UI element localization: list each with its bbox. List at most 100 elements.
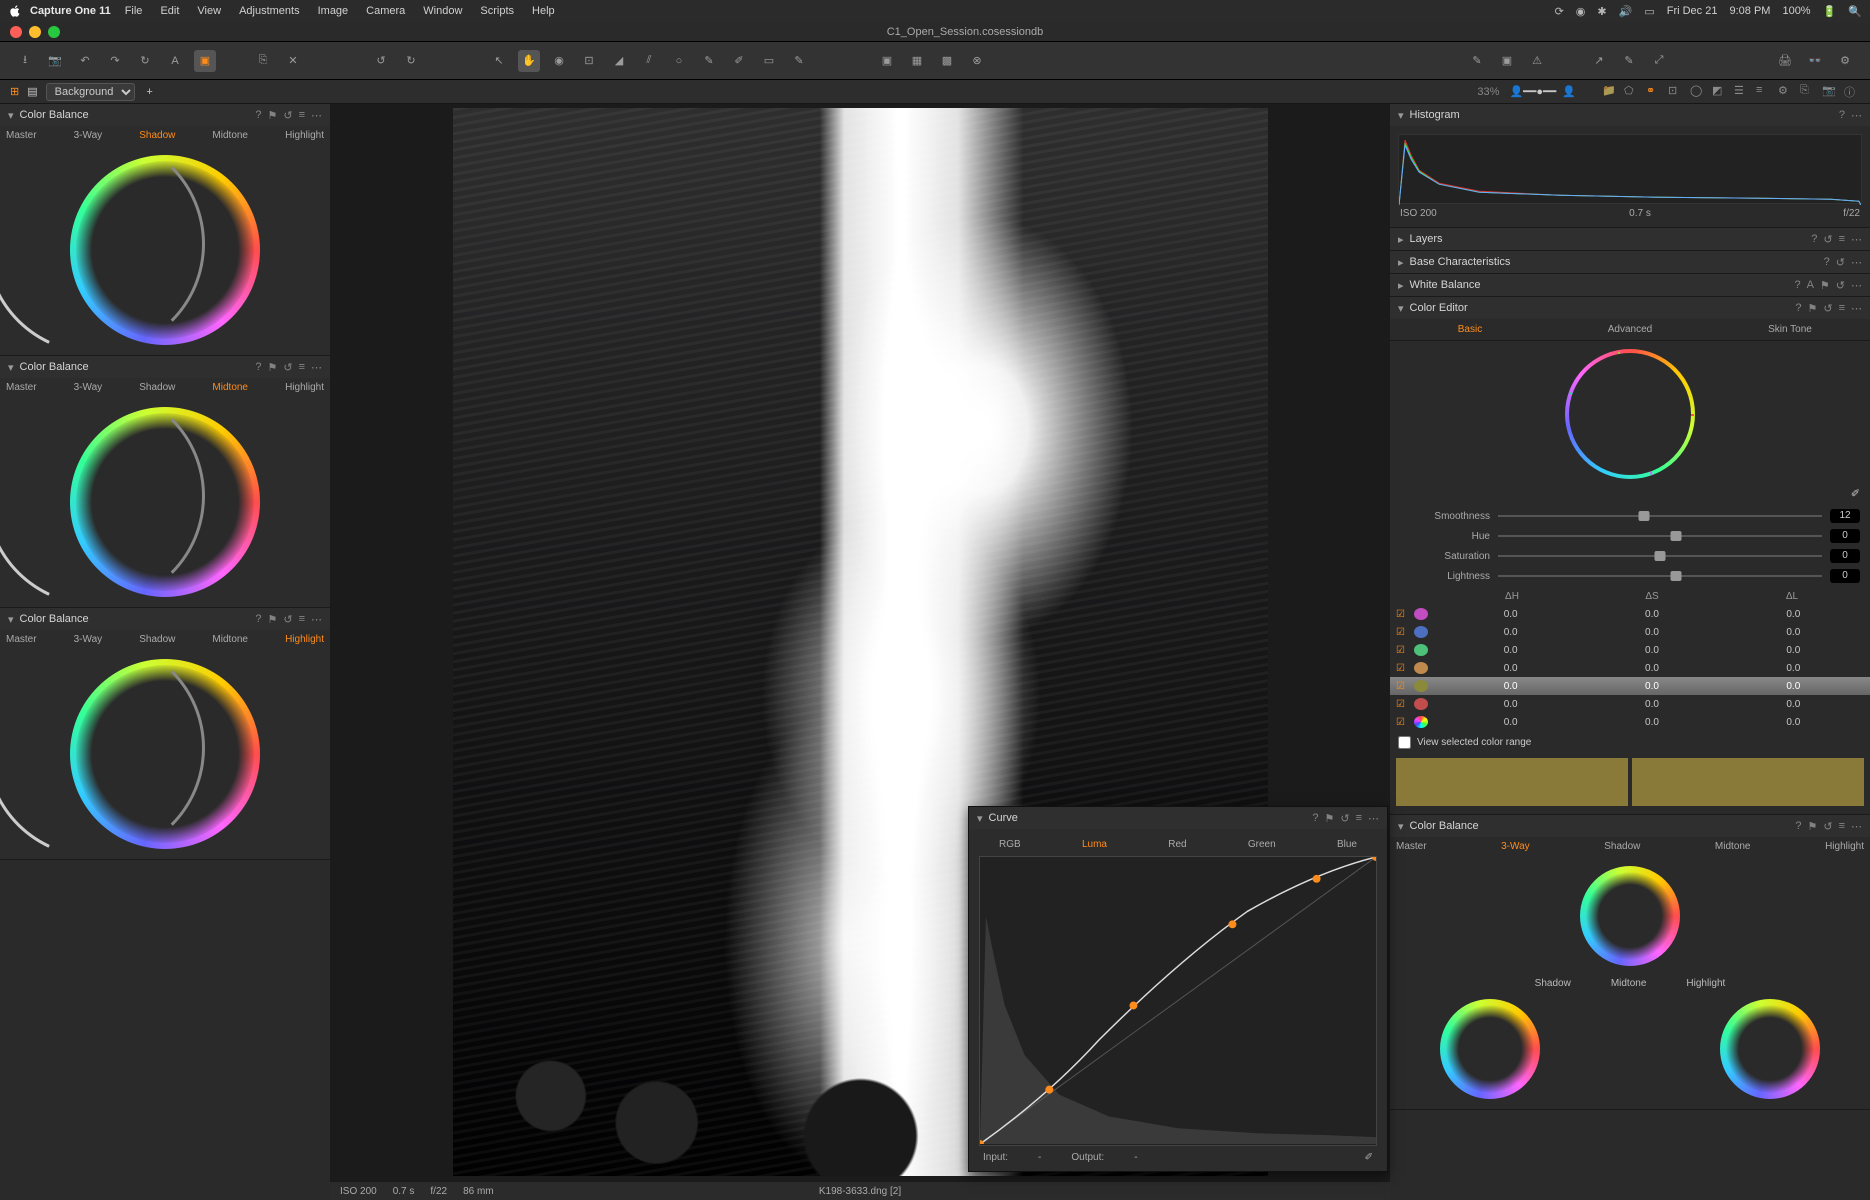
more-icon[interactable]: ⋯ bbox=[311, 361, 322, 374]
tab-master[interactable]: Master bbox=[6, 634, 37, 645]
process-button[interactable]: ⚙ bbox=[1834, 50, 1856, 72]
menu-window[interactable]: Window bbox=[423, 5, 462, 17]
import-button[interactable]: ⭳ bbox=[14, 50, 36, 72]
crop-tool[interactable]: ⊡ bbox=[578, 50, 600, 72]
close-window-button[interactable] bbox=[10, 26, 22, 38]
tab-lens-icon[interactable]: ◯ bbox=[1690, 84, 1706, 100]
more-icon[interactable]: ⋯ bbox=[1851, 820, 1862, 833]
preset-icon[interactable]: ⚑ bbox=[267, 109, 277, 122]
spot-tool[interactable]: ○ bbox=[668, 50, 690, 72]
tab-midtone[interactable]: Midtone bbox=[212, 634, 248, 645]
exposure-warning-button[interactable]: ⊗ bbox=[966, 50, 988, 72]
list-icon[interactable]: ▤ bbox=[27, 85, 37, 98]
ce-tab-advanced[interactable]: Advanced bbox=[1550, 324, 1710, 335]
tab-exposure-icon[interactable]: ⊡ bbox=[1668, 84, 1684, 100]
tab-master[interactable]: Master bbox=[6, 382, 37, 393]
more-icon[interactable]: ⋯ bbox=[311, 109, 322, 122]
help-icon[interactable]: ? bbox=[255, 613, 261, 626]
tab-shadow[interactable]: Shadow bbox=[1604, 841, 1640, 852]
3way-midtone-wheel[interactable] bbox=[1580, 866, 1680, 966]
row-checkbox[interactable]: ☑ bbox=[1396, 627, 1410, 638]
redo-button[interactable]: ↷ bbox=[104, 50, 126, 72]
warning-button[interactable]: ⚠ bbox=[1526, 50, 1548, 72]
more-icon[interactable]: ⋯ bbox=[1851, 279, 1862, 292]
color-editor-row[interactable]: ☑0.00.00.0 bbox=[1390, 713, 1870, 731]
menu-scripts[interactable]: Scripts bbox=[480, 5, 514, 17]
more-icon[interactable]: ⋯ bbox=[1851, 233, 1862, 246]
row-checkbox[interactable]: ☑ bbox=[1396, 717, 1410, 728]
chevron-down-icon[interactable]: ▾ bbox=[1398, 109, 1404, 122]
curve-picker-icon[interactable]: ✐ bbox=[1365, 1152, 1373, 1163]
tab-camera-icon[interactable]: 📷 bbox=[1822, 84, 1838, 100]
tab-master[interactable]: Master bbox=[6, 130, 37, 141]
row-checkbox[interactable]: ☑ bbox=[1396, 681, 1410, 692]
layer-select[interactable]: Background bbox=[46, 83, 135, 101]
tab-shadow[interactable]: Shadow bbox=[139, 130, 175, 141]
color-editor-row[interactable]: ☑0.00.00.0 bbox=[1390, 641, 1870, 659]
capture-button[interactable]: 📷 bbox=[44, 50, 66, 72]
chevron-right-icon[interactable]: ▸ bbox=[1398, 279, 1404, 292]
curve-tab-red[interactable]: Red bbox=[1168, 839, 1186, 850]
menu-icon[interactable]: ≡ bbox=[299, 109, 305, 122]
saturation-slider[interactable]: Saturation0 bbox=[1400, 546, 1860, 566]
reset-icon[interactable]: ↺ bbox=[283, 109, 292, 122]
color-editor-row[interactable]: ☑0.00.00.0 bbox=[1390, 605, 1870, 623]
tab-meta-icon[interactable]: ≡ bbox=[1756, 84, 1772, 100]
help-icon[interactable]: ? bbox=[255, 109, 261, 122]
preset-icon[interactable]: ⚑ bbox=[1324, 812, 1334, 825]
preset-icon[interactable]: ⚑ bbox=[267, 613, 277, 626]
tab-shadow[interactable]: Shadow bbox=[139, 382, 175, 393]
auto-adjust-button[interactable]: A bbox=[164, 50, 186, 72]
help-icon[interactable]: ? bbox=[1795, 820, 1801, 833]
help-icon[interactable]: ? bbox=[1811, 233, 1817, 246]
tab-highlight[interactable]: Highlight bbox=[285, 382, 324, 393]
menu-help[interactable]: Help bbox=[532, 5, 555, 17]
reset-icon[interactable]: ↺ bbox=[283, 613, 292, 626]
picker-tool[interactable]: ✎ bbox=[1466, 50, 1488, 72]
zoom-slider-icon[interactable]: 👤━━●━━ bbox=[1509, 85, 1556, 98]
menu-file[interactable]: File bbox=[125, 5, 143, 17]
ce-tab-skintone[interactable]: Skin Tone bbox=[1710, 324, 1870, 335]
3way-shadow-wheel[interactable] bbox=[1440, 999, 1540, 1099]
menu-icon[interactable]: ≡ bbox=[1839, 302, 1845, 315]
chevron-down-icon[interactable]: ▾ bbox=[1398, 820, 1404, 833]
zoom-window-button[interactable] bbox=[48, 26, 60, 38]
keystone-tool[interactable]: ⫽ bbox=[638, 50, 660, 72]
tab-capture-icon[interactable]: ⬠ bbox=[1624, 84, 1640, 100]
more-icon[interactable]: ⋯ bbox=[1368, 812, 1379, 825]
row-checkbox[interactable]: ☑ bbox=[1396, 663, 1410, 674]
menu-icon[interactable]: ≡ bbox=[299, 613, 305, 626]
more-icon[interactable]: ⋯ bbox=[1851, 256, 1862, 269]
reset-icon[interactable]: ↺ bbox=[283, 361, 292, 374]
spotlight-icon[interactable]: 🔍 bbox=[1848, 5, 1862, 18]
add-layer-button[interactable]: + bbox=[143, 86, 157, 98]
tab-batch-icon[interactable]: ⎘ bbox=[1800, 84, 1816, 100]
help-icon[interactable]: ? bbox=[1839, 109, 1845, 122]
menu-icon[interactable]: ≡ bbox=[1839, 820, 1845, 833]
eyedropper-icon[interactable]: ✐ bbox=[1851, 488, 1860, 500]
3way-highlight-wheel[interactable] bbox=[1720, 999, 1820, 1099]
menu-view[interactable]: View bbox=[197, 5, 221, 17]
reset-button[interactable]: ✕ bbox=[282, 50, 304, 72]
edit-ext-button[interactable]: ✎ bbox=[1618, 50, 1640, 72]
curve-tab-blue[interactable]: Blue bbox=[1337, 839, 1357, 850]
fullscreen-button[interactable]: ⤢ bbox=[1648, 50, 1670, 72]
chevron-down-icon[interactable]: ▾ bbox=[8, 361, 14, 374]
curve-tab-luma[interactable]: Luma bbox=[1082, 839, 1107, 850]
menu-edit[interactable]: Edit bbox=[160, 5, 179, 17]
more-icon[interactable]: ⋯ bbox=[311, 613, 322, 626]
row-checkbox[interactable]: ☑ bbox=[1396, 645, 1410, 656]
preset-icon[interactable]: ⚑ bbox=[1820, 279, 1830, 292]
arrow-button[interactable]: ↗ bbox=[1588, 50, 1610, 72]
color-editor-wheel[interactable] bbox=[1565, 349, 1695, 479]
curve-tab-rgb[interactable]: RGB bbox=[999, 839, 1021, 850]
tab-highlight[interactable]: Highlight bbox=[1825, 841, 1864, 852]
reset-icon[interactable]: ↺ bbox=[1836, 256, 1845, 269]
menu-image[interactable]: Image bbox=[318, 5, 349, 17]
minimize-window-button[interactable] bbox=[29, 26, 41, 38]
menu-camera[interactable]: Camera bbox=[366, 5, 405, 17]
user-icon[interactable]: 👤 bbox=[1562, 85, 1576, 98]
tab-highlight[interactable]: Highlight bbox=[285, 634, 324, 645]
tab-highlight[interactable]: Highlight bbox=[285, 130, 324, 141]
reset-icon[interactable]: ↺ bbox=[1823, 302, 1832, 315]
